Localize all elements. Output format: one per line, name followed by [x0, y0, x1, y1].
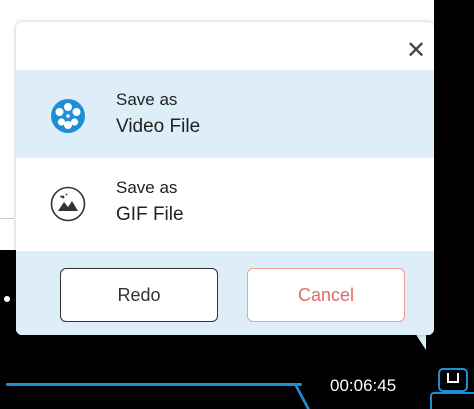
- option-label-type: GIF File: [116, 204, 184, 225]
- option-label-prefix: Save as: [116, 90, 178, 109]
- corner-frame: [430, 392, 474, 409]
- option-label-prefix: Save as: [116, 178, 178, 197]
- save-as-video-option[interactable]: Save as Video File: [16, 70, 434, 158]
- option-label-type: Video File: [116, 116, 201, 137]
- close-icon: ✕: [405, 36, 427, 64]
- image-icon: [50, 186, 86, 222]
- cancel-button[interactable]: Cancel: [247, 268, 405, 322]
- progress-bar[interactable]: [6, 383, 302, 386]
- divider: [0, 218, 14, 219]
- redo-button[interactable]: Redo: [60, 268, 218, 322]
- export-icon: [447, 373, 459, 383]
- timestamp: 00:06:45: [330, 376, 397, 395]
- save-as-gif-option[interactable]: Save as GIF File: [16, 158, 434, 246]
- film-reel-icon: [51, 99, 85, 133]
- save-dialog: ✕ Save as Video File Save as GIF File Re…: [16, 22, 434, 335]
- close-button[interactable]: ✕: [400, 34, 432, 66]
- save-export-button[interactable]: [438, 368, 468, 392]
- dialog-footer: Redo Cancel: [16, 251, 434, 335]
- playhead-dot[interactable]: [4, 296, 10, 302]
